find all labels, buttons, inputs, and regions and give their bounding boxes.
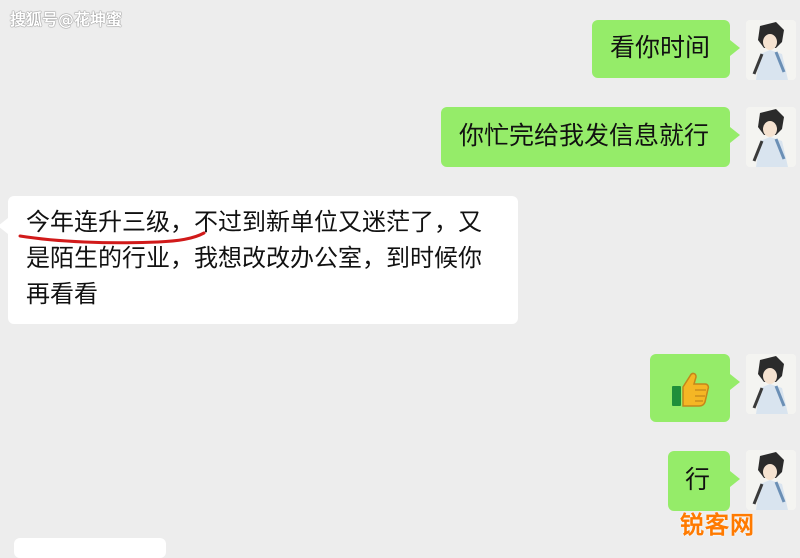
avatar[interactable] xyxy=(746,107,796,167)
watermark-bottom: 锐客网 xyxy=(680,511,755,539)
message-bubble-sent[interactable]: 你忙完给我发信息就行 xyxy=(441,107,740,167)
message-text: 你忙完给我发信息就行 xyxy=(459,121,710,150)
avatar-icon xyxy=(746,20,796,80)
message-text-line: 今年连升三级，不过到新单位又迷茫了，又 xyxy=(26,208,482,236)
thumbs-up-icon xyxy=(672,372,710,407)
message-text: 行 xyxy=(685,465,711,494)
avatar-icon xyxy=(746,107,796,167)
avatar-icon xyxy=(746,354,796,414)
message-bubble-received[interactable]: 今年连升三级，不过到新单位又迷茫了，又 是陌生的行业，我想改改办公室，到时候你 … xyxy=(0,196,518,324)
avatar-icon xyxy=(746,450,796,510)
message-bubble-sent[interactable] xyxy=(650,354,740,422)
message-bubble-sent[interactable]: 看你时间 xyxy=(592,20,740,78)
watermark-top: 搜狐号@花坤蜜 xyxy=(10,10,123,29)
avatar[interactable] xyxy=(746,450,796,510)
avatar[interactable] xyxy=(746,20,796,80)
message-text-line: 再看看 xyxy=(26,280,98,308)
message-text: 看你时间 xyxy=(610,33,711,62)
message-text-line: 是陌生的行业，我想改改办公室，到时候你 xyxy=(26,244,482,272)
message-bubble-received-partial[interactable] xyxy=(14,538,166,558)
avatar[interactable] xyxy=(746,354,796,414)
message-bubble-sent[interactable]: 行 xyxy=(668,451,740,511)
